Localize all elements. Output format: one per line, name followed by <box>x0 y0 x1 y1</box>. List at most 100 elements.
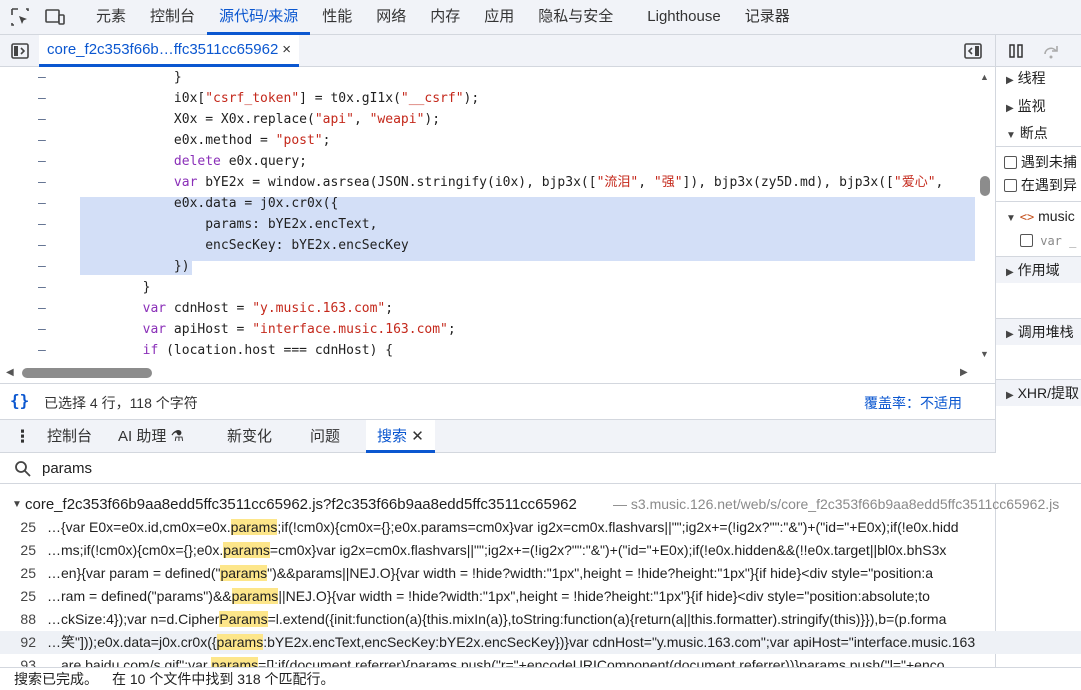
result-line-text: …笑"]));e0x.data=j0x.cr0x({params:bYE2x.e… <box>47 631 975 654</box>
result-file-header[interactable]: ▼ core_f2c353f66b9aa8edd5ffc3511cc65962.j… <box>0 493 1081 516</box>
pretty-print-icon[interactable]: {} <box>10 391 29 410</box>
tab-7[interactable]: 隐私与安全 <box>526 0 625 35</box>
line-gutter-marker[interactable]: – <box>38 298 46 319</box>
toggle-debugger-icon[interactable] <box>963 41 983 61</box>
result-line[interactable]: 93 …are.baidu.com/s.gif";var params=[];if… <box>0 654 1081 667</box>
code-line[interactable]: – } <box>0 67 995 88</box>
pause-uncaught-checkbox[interactable] <box>1004 156 1017 169</box>
pause-caught-row[interactable]: 在遇到异 <box>996 172 1081 199</box>
code-line[interactable]: – i0x["csrf_token"] = t0x.gI1x("__csrf")… <box>0 88 995 109</box>
line-gutter-marker[interactable]: – <box>38 214 46 235</box>
line-gutter-marker[interactable]: – <box>38 130 46 151</box>
result-line[interactable]: 25 …ram = defined("params")&&params||NEJ.… <box>0 585 1081 608</box>
result-line-number: 88 <box>20 611 36 627</box>
line-gutter-marker[interactable]: – <box>38 67 46 88</box>
breakpoint-file-row[interactable]: ▼ <> music <box>996 203 1081 230</box>
code-editor[interactable]: – } – i0x["csrf_token"] = t0x.gI1x("__csr… <box>0 67 995 363</box>
tab-0[interactable]: 元素 <box>84 0 138 35</box>
code-line[interactable]: – if (location.host === cdnHost) { <box>0 340 995 361</box>
flask-icon: ⚗ <box>170 428 184 445</box>
step-over-icon[interactable] <box>1042 42 1060 60</box>
code-line[interactable]: – var apiHost = "interface.music.163.com… <box>0 319 995 340</box>
device-toolbar-icon[interactable] <box>44 6 66 28</box>
code-line[interactable]: – }) <box>0 256 995 277</box>
line-gutter-marker[interactable]: – <box>38 319 46 340</box>
code-line[interactable]: – e0x.data = j0x.cr0x({ <box>0 193 995 214</box>
tab-5[interactable]: 内存 <box>418 0 472 35</box>
result-line[interactable]: 25 …{var E0x=e0x.id,cm0x=e0x.params;if(!c… <box>0 516 1081 539</box>
code-text: delete e0x.query; <box>173 154 307 169</box>
line-gutter-marker[interactable]: – <box>38 193 46 214</box>
code-line[interactable]: – var cdnHost = "y.music.163.com"; <box>0 298 995 319</box>
scroll-up-arrow-icon[interactable]: ▲ <box>980 72 989 82</box>
file-tab[interactable]: core_f2c353f66b…ffc3511cc65962 × <box>39 35 300 67</box>
tab-6[interactable]: 应用 <box>472 0 526 35</box>
close-tab-icon[interactable]: × <box>282 41 291 58</box>
line-gutter-marker[interactable]: – <box>38 235 46 256</box>
code-line[interactable]: – X0x = X0x.replace("api", "weapi"); <box>0 109 995 130</box>
result-file-url: — s3.music.126.net/web/s/core_f2c353f66b… <box>613 496 1060 512</box>
line-gutter-marker[interactable]: – <box>38 88 46 109</box>
tab-2[interactable]: 源代码/来源 <box>207 0 311 35</box>
xhr-section[interactable]: ▶ XHR/提取 <box>996 379 1081 406</box>
pause-icon[interactable] <box>1007 42 1025 60</box>
result-line[interactable]: 25 …en}{var param = defined("params")&&pa… <box>0 562 1081 585</box>
result-suffix: :bYE2x.encText,encSecKey:bYE2x.encSecKey… <box>263 634 976 650</box>
toggle-navigator-icon[interactable] <box>10 41 30 61</box>
close-search-tab-icon[interactable]: ✕ <box>411 428 424 445</box>
breakpoint-row[interactable]: var _ <box>996 228 1081 255</box>
vertical-scrollbar-thumb[interactable] <box>980 176 990 196</box>
inspect-element-icon[interactable] <box>9 6 31 28</box>
code-line[interactable]: – delete e0x.query; <box>0 151 995 172</box>
collapse-arrow-icon[interactable]: ▼ <box>12 493 22 516</box>
coverage-link[interactable]: 覆盖率：不适用 <box>864 393 962 413</box>
drawer-tab-ai-assistance[interactable]: AI 助理 ⚗ <box>118 420 184 453</box>
breakpoint-file-label: music <box>1038 208 1075 224</box>
result-line-text: …ckSize:4});var n=d.CipherParams=l.exten… <box>47 608 946 631</box>
code-line[interactable]: – var bYE2x = window.asrsea(JSON.stringi… <box>0 172 995 193</box>
search-input[interactable]: params <box>42 460 92 477</box>
code-text: }) <box>80 259 190 274</box>
pause-caught-checkbox[interactable] <box>1004 179 1017 192</box>
threads-section[interactable]: ▶ 线程 <box>996 65 1081 92</box>
code-text: params: bYE2x.encText, <box>80 217 378 232</box>
line-gutter-marker[interactable]: – <box>38 172 46 193</box>
search-bar: params <box>0 453 1081 484</box>
tab-1[interactable]: 控制台 <box>138 0 207 35</box>
drawer-tab-whats-new[interactable]: 新变化 <box>227 420 272 453</box>
line-gutter-marker[interactable]: – <box>38 256 46 277</box>
breakpoints-section[interactable]: ▼ 断点 <box>996 120 1081 147</box>
scroll-left-arrow-icon[interactable]: ◀ <box>6 367 14 378</box>
result-line[interactable]: 92 …笑"]));e0x.data=j0x.cr0x({params:bYE2x… <box>0 631 1081 654</box>
tab-9[interactable]: 记录器 <box>733 0 802 35</box>
call-stack-section[interactable]: ▶ 调用堆栈 <box>996 318 1081 345</box>
tab-4[interactable]: 网络 <box>364 0 418 35</box>
scroll-right-arrow-icon[interactable]: ▶ <box>960 367 968 378</box>
drawer-tab-ai-label: AI 助理 <box>118 428 167 445</box>
code-line[interactable]: – } <box>0 277 995 298</box>
code-line[interactable]: – params: bYE2x.encText, <box>0 214 995 235</box>
breakpoint-checkbox[interactable] <box>1020 234 1033 247</box>
code-line[interactable]: – e0x.method = "post"; <box>0 130 995 151</box>
horizontal-scrollbar[interactable]: ◀ ▶ <box>0 363 995 383</box>
line-gutter-marker[interactable]: – <box>38 151 46 172</box>
code-line[interactable]: – encSecKey: bYE2x.encSecKey <box>0 235 995 256</box>
xhr-label: XHR/提取 <box>1017 385 1080 401</box>
result-line[interactable]: 88 …ckSize:4});var n=d.CipherParams=l.ext… <box>0 608 1081 631</box>
line-gutter-marker[interactable]: – <box>38 340 46 361</box>
scroll-down-arrow-icon[interactable]: ▼ <box>980 349 989 359</box>
drawer-tab-search[interactable]: 搜索 ✕ <box>366 420 435 453</box>
line-gutter-marker[interactable]: – <box>38 109 46 130</box>
line-gutter-marker[interactable]: – <box>38 277 46 298</box>
tab-8[interactable]: Lighthouse <box>635 0 732 35</box>
watch-section[interactable]: ▶ 监视 <box>996 93 1081 120</box>
horizontal-scrollbar-thumb[interactable] <box>22 368 152 378</box>
result-prefix: …{var E0x=e0x.id,cm0x=e0x. <box>47 519 231 535</box>
result-line[interactable]: 25 …ms;if(!cm0x){cm0x={};e0x.params=cm0x}… <box>0 539 1081 562</box>
drawer-tab-console[interactable]: 控制台 <box>47 420 92 453</box>
drawer-menu-icon[interactable]: ⋮ <box>14 420 31 453</box>
editor-tabs: core_f2c353f66b…ffc3511cc65962 × <box>0 35 995 67</box>
tab-3[interactable]: 性能 <box>310 0 364 35</box>
drawer-tab-issues[interactable]: 问题 <box>310 420 340 453</box>
scope-section[interactable]: ▶ 作用域 <box>996 256 1081 283</box>
